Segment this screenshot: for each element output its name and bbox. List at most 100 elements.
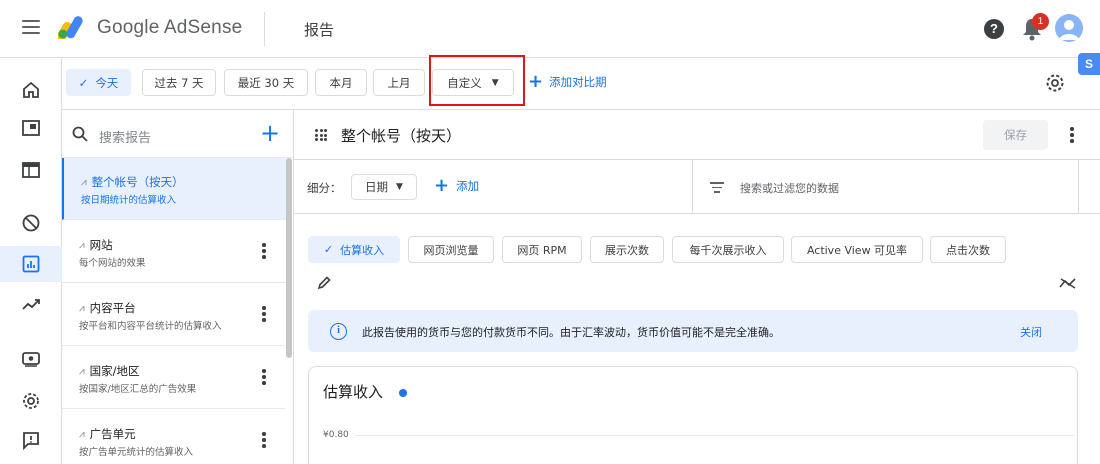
report-search-row: 搜索报告 + xyxy=(62,110,293,158)
report-item-subtitle: 按日期统计的估算收入 xyxy=(81,195,177,206)
date-chip-label: 最近 30 天 xyxy=(237,75,295,90)
reports-icon[interactable] xyxy=(0,246,62,282)
metric-chip-label: 点击次数 xyxy=(946,243,990,257)
payments-icon[interactable] xyxy=(0,341,62,377)
metric-chip-label: 展示次数 xyxy=(605,243,649,257)
date-chip-last-30-days[interactable]: 最近 30 天 xyxy=(224,69,308,96)
add-comparison-label: 添加对比期 xyxy=(549,75,607,89)
report-item-countries[interactable]: ⩘ 国家/地区 按国家/地区汇总的广告效果 xyxy=(62,347,286,409)
report-item-account-by-day[interactable]: ⩘ 整个帐号（按天） 按日期统计的估算收入 xyxy=(62,158,286,220)
metric-chip-active-view-viewable[interactable]: Active View 可见率 xyxy=(791,236,923,263)
chart-gridline xyxy=(355,435,1075,436)
report-settings-gear-icon[interactable] xyxy=(1044,72,1066,94)
optimization-trend-icon[interactable] xyxy=(0,286,62,322)
apps-grid-icon[interactable] xyxy=(315,129,327,141)
report-item-title-row: ⩘ 国家/地区 xyxy=(79,363,140,379)
report-title: 整个帐号（按天） xyxy=(341,127,462,145)
report-item-title-row: ⩘ 网站 xyxy=(79,237,113,253)
ads-icon[interactable] xyxy=(0,110,62,146)
header-divider xyxy=(264,12,265,46)
more-options-icon[interactable] xyxy=(262,369,266,387)
dropdown-arrow-icon: ▼ xyxy=(396,182,403,192)
date-chip-label: 过去 7 天 xyxy=(154,75,204,90)
currency-info-banner: i 此报告使用的货币与您的付款货币不同。由于汇率波动，货币价值可能不是完全准确。… xyxy=(308,310,1078,352)
report-item-title-row: ⩘ 广告单元 xyxy=(79,426,136,442)
search-input[interactable]: 搜索报告 xyxy=(99,127,151,146)
sites-icon[interactable] xyxy=(0,152,62,188)
annotation-highlight-box xyxy=(429,55,525,106)
help-icon[interactable]: ? xyxy=(984,19,1004,39)
filter-icon xyxy=(710,182,724,196)
reports-list-panel: 搜索报告 + ⩘ 整个帐号（按天） 按日期统计的估算收入 ⩘ 网站 每个网站的效… xyxy=(62,110,294,464)
navigation-rail xyxy=(0,58,62,464)
add-report-button[interactable]: + xyxy=(260,119,280,147)
account-avatar[interactable] xyxy=(1055,14,1083,42)
search-icon xyxy=(72,126,88,142)
breakdown-label: 细分： xyxy=(307,181,342,195)
more-options-icon[interactable] xyxy=(262,243,266,261)
notification-badge: 1 xyxy=(1032,13,1049,30)
date-chip-today[interactable]: ✓ 今天 xyxy=(66,69,131,96)
more-options-icon[interactable] xyxy=(262,306,266,324)
avatar-person-icon xyxy=(1059,20,1079,40)
date-chip-label: 今天 xyxy=(95,75,119,90)
metric-chip-label: 网页 RPM xyxy=(517,243,567,257)
report-item-subtitle: 按国家/地区汇总的广告效果 xyxy=(79,384,197,395)
metric-chip-impressions[interactable]: 展示次数 xyxy=(590,236,664,263)
brand-name: Google AdSense xyxy=(97,17,243,38)
save-button[interactable]: 保存 xyxy=(983,120,1048,150)
report-item-title-row: ⩘ 内容平台 xyxy=(79,300,136,316)
earnings-chart-card: 估算收入 ¥0.80 xyxy=(308,366,1078,464)
breakdown-dimension-select[interactable]: 日期 ▼ xyxy=(351,174,417,200)
toolbar-edge xyxy=(1078,160,1079,214)
metric-chip-page-rpm[interactable]: 网页 RPM xyxy=(502,236,582,263)
info-icon: i xyxy=(330,323,347,340)
blocking-controls-icon[interactable] xyxy=(0,205,62,241)
report-item-title: 整个帐号（按天） xyxy=(91,175,184,189)
report-item-sites[interactable]: ⩘ 网站 每个网站的效果 xyxy=(62,221,286,283)
report-item-subtitle: 按平台和内容平台统计的估算收入 xyxy=(79,321,222,332)
metric-chip-estimated-earnings[interactable]: ✓ 估算收入 xyxy=(308,236,400,263)
edit-pencil-icon[interactable] xyxy=(316,275,332,291)
breakdown-dimension-value: 日期 xyxy=(365,180,389,194)
report-item-content-platforms[interactable]: ⩘ 内容平台 按平台和内容平台统计的估算收入 xyxy=(62,284,286,346)
banner-close-button[interactable]: 关闭 xyxy=(1020,324,1042,340)
date-chip-label: 本月 xyxy=(329,75,353,90)
sparkline-icon: ⩘ xyxy=(79,239,85,251)
check-icon: ✓ xyxy=(323,243,334,256)
banner-message: 此报告使用的货币与您的付款货币不同。由于汇率波动，货币价值可能不是完全准确。 xyxy=(362,326,780,339)
feedback-icon[interactable] xyxy=(0,422,62,458)
hamburger-menu-icon[interactable] xyxy=(22,20,40,34)
check-icon: ✓ xyxy=(78,75,89,90)
metric-chip-label: 网页浏览量 xyxy=(423,243,479,257)
metric-chip-page-views[interactable]: 网页浏览量 xyxy=(408,236,494,263)
more-options-icon[interactable] xyxy=(262,432,266,450)
more-options-icon[interactable] xyxy=(1070,127,1074,145)
metric-chip-label: Active View 可见率 xyxy=(806,243,908,257)
report-item-ad-units[interactable]: ⩘ 广告单元 按广告单元统计的估算收入 xyxy=(62,410,286,464)
page-title: 报告 xyxy=(304,21,335,39)
filter-search-input[interactable]: 搜索或过滤您的数据 xyxy=(740,180,839,196)
series-color-dot xyxy=(399,389,407,397)
add-breakdown-button[interactable]: + 添加 xyxy=(434,177,479,195)
metric-chip-clicks[interactable]: 点击次数 xyxy=(930,236,1006,263)
home-icon[interactable] xyxy=(0,72,62,108)
breakdown-row: 细分： 日期 ▼ + 添加 搜索或过滤您的数据 xyxy=(294,160,1100,214)
metric-chip-impression-rpm[interactable]: 每千次展示收入 xyxy=(672,236,784,263)
add-comparison-button[interactable]: + 添加对比期 xyxy=(528,73,607,91)
report-list-scrollbar[interactable] xyxy=(286,158,292,358)
report-item-title: 国家/地区 xyxy=(89,364,140,378)
report-item-subtitle: 每个网站的效果 xyxy=(79,258,146,269)
chart-card-title: 估算收入 xyxy=(323,383,384,401)
y-axis-tick-label: ¥0.80 xyxy=(323,430,349,440)
date-chip-label: 上月 xyxy=(387,75,411,90)
date-chip-this-month[interactable]: 本月 xyxy=(315,69,367,96)
date-chip-last-7-days[interactable]: 过去 7 天 xyxy=(142,69,216,96)
date-range-bar: ✓ 今天 过去 7 天 最近 30 天 本月 上月 自定义 ▼ + 添加对比期 xyxy=(62,58,1100,110)
report-item-subtitle: 按广告单元统计的估算收入 xyxy=(79,447,194,458)
report-item-title: 广告单元 xyxy=(89,427,136,441)
settings-icon[interactable] xyxy=(0,383,62,419)
report-item-title-row: ⩘ 整个帐号（按天） xyxy=(81,174,184,190)
collapse-chart-icon[interactable] xyxy=(1058,276,1078,290)
date-chip-last-month[interactable]: 上月 xyxy=(373,69,425,96)
